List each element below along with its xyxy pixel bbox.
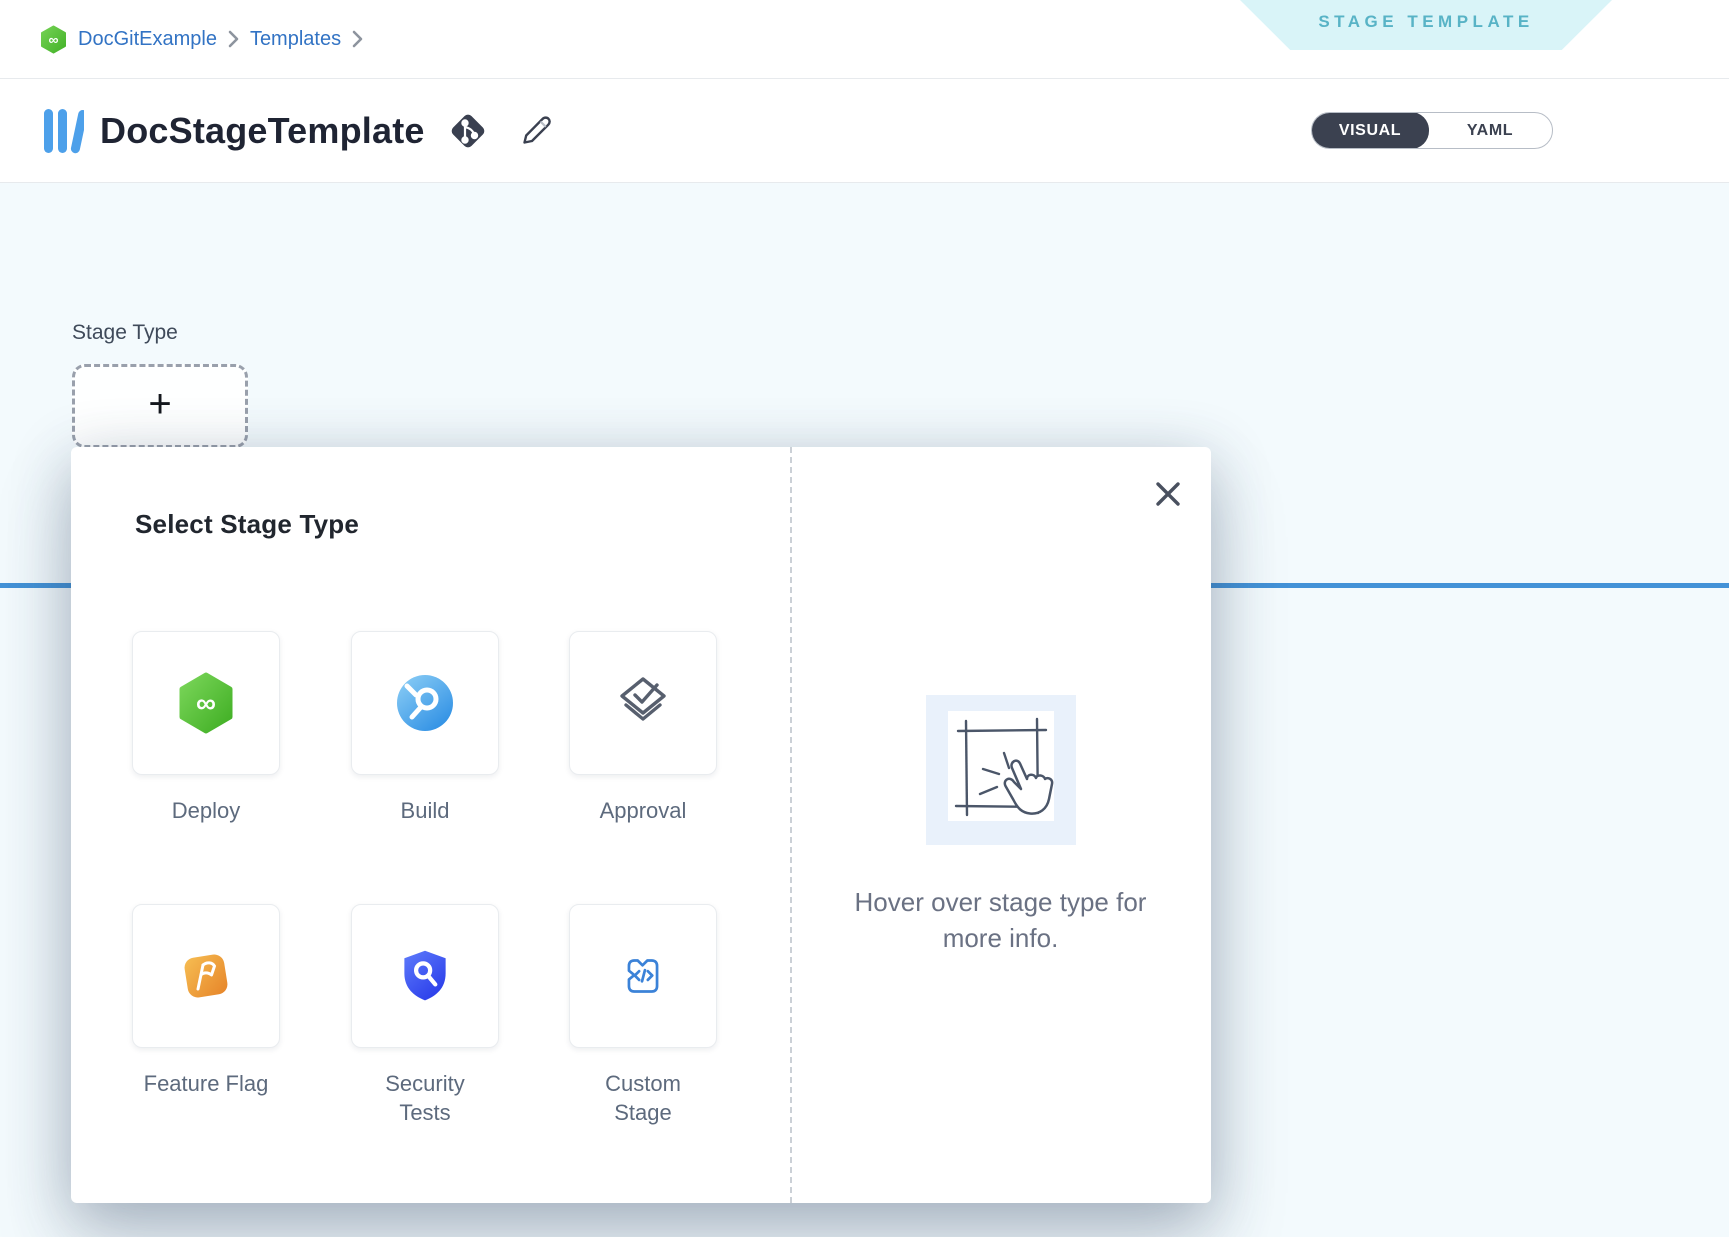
chevron-right-icon: [228, 30, 239, 48]
approval-stage-card[interactable]: [569, 631, 717, 775]
stage-type-custom[interactable]: Custom Stage: [569, 904, 717, 1127]
stage-label: Deploy: [143, 796, 269, 825]
feature-flag-stage-card[interactable]: [132, 904, 280, 1048]
deploy-stage-card[interactable]: ∞: [132, 631, 280, 775]
stage-label: Security Tests: [362, 1069, 488, 1127]
modal-title: Select Stage Type: [135, 509, 359, 540]
deploy-stage-icon: ∞: [174, 671, 238, 735]
git-sync-icon[interactable]: [447, 110, 489, 152]
stage-template-badge: STAGE TEMPLATE: [1240, 0, 1612, 50]
add-stage-button[interactable]: +: [72, 364, 248, 448]
build-stage-icon: [394, 672, 456, 734]
close-icon[interactable]: [1147, 473, 1189, 515]
breadcrumb: ∞ DocGitExample Templates: [40, 0, 363, 78]
plus-icon: +: [148, 384, 171, 428]
feature-flag-stage-icon: [174, 944, 238, 1008]
breadcrumb-project-link[interactable]: DocGitExample: [78, 28, 217, 51]
stage-type-build[interactable]: Build: [351, 631, 499, 825]
chevron-right-icon: [352, 30, 363, 48]
page-title: DocStageTemplate: [100, 110, 425, 152]
project-hexagon-icon: ∞: [40, 25, 67, 54]
stage-type-feature-flag[interactable]: Feature Flag: [132, 904, 280, 1098]
visual-yaml-toggle: VISUAL YAML: [1311, 112, 1553, 149]
stage-template-badge-label: STAGE TEMPLATE: [1318, 12, 1533, 38]
toggle-yaml-button[interactable]: YAML: [1428, 113, 1552, 148]
build-stage-card[interactable]: [351, 631, 499, 775]
select-stage-type-modal: Select Stage Type ∞ Deploy: [71, 447, 1211, 1203]
svg-text:∞: ∞: [196, 688, 216, 719]
stage-type-approval[interactable]: Approval: [569, 631, 717, 825]
breadcrumb-templates-link[interactable]: Templates: [250, 28, 341, 51]
svg-text:∞: ∞: [49, 31, 59, 47]
stage-type-label: Stage Type: [72, 321, 178, 345]
approval-stage-icon: [611, 671, 675, 735]
security-tests-stage-card[interactable]: [351, 904, 499, 1048]
stage-label: Feature Flag: [143, 1069, 269, 1098]
stage-type-security-tests[interactable]: Security Tests: [351, 904, 499, 1127]
template-library-icon: [40, 106, 84, 156]
edit-pencil-icon[interactable]: [515, 111, 555, 151]
stage-label: Build: [362, 796, 488, 825]
security-tests-stage-icon: [395, 946, 455, 1006]
toggle-visual-button[interactable]: VISUAL: [1311, 112, 1429, 149]
stage-type-deploy[interactable]: ∞ Deploy: [132, 631, 280, 825]
stage-label: Custom Stage: [580, 1069, 706, 1127]
custom-stage-card[interactable]: [569, 904, 717, 1048]
stage-label: Approval: [580, 796, 706, 825]
modal-dashed-divider: [790, 447, 792, 1203]
hover-info-illustration: [926, 695, 1076, 845]
template-title-bar: DocStageTemplate VISUAL YAML: [0, 79, 1729, 183]
custom-stage-icon: [612, 945, 674, 1007]
hover-info-text-block: Hover over stage type for more info.: [790, 885, 1211, 957]
hover-info-text: Hover over stage type for more info.: [831, 885, 1171, 957]
